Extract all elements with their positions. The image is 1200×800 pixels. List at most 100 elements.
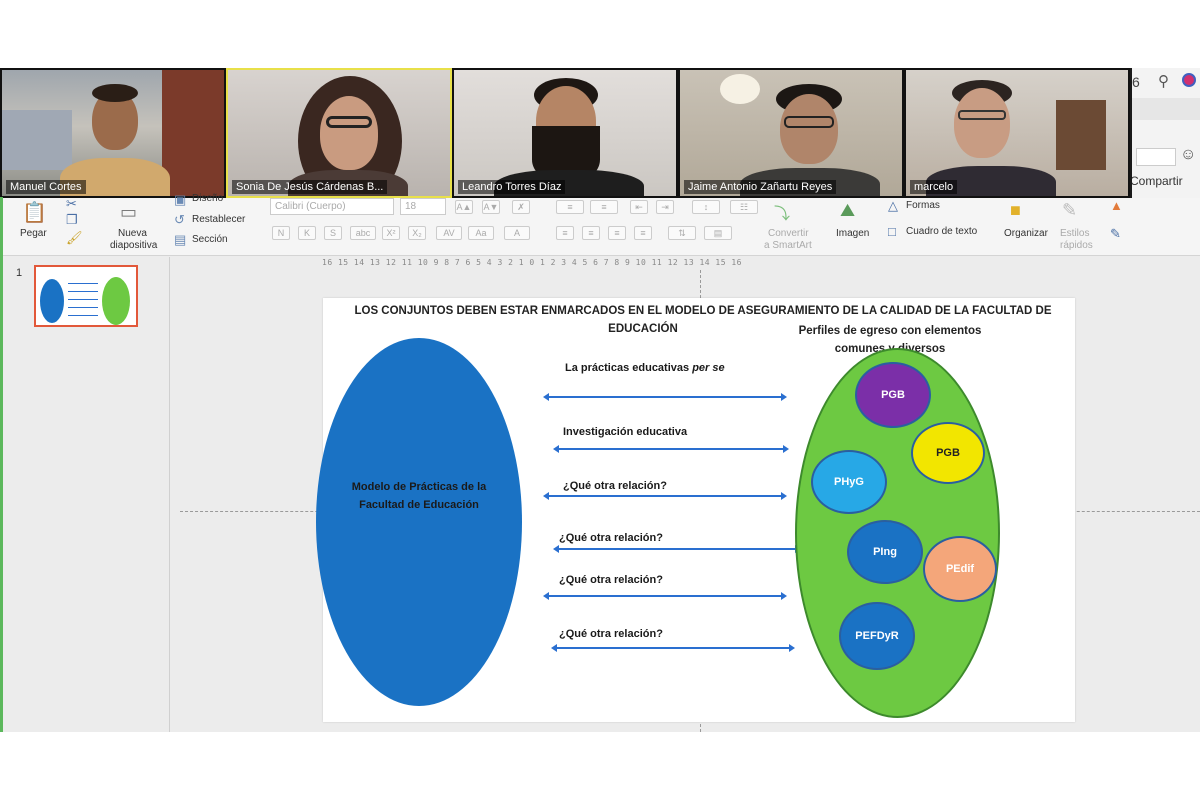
superscript-icon[interactable]: X² bbox=[382, 226, 400, 240]
image-button[interactable]: Imagen bbox=[836, 228, 869, 239]
search-icon[interactable]: ⚲ bbox=[1158, 72, 1169, 90]
video-tile[interactable]: Jaime Antonio Zañartu Reyes bbox=[678, 68, 904, 198]
paste-button[interactable]: Pegar bbox=[20, 228, 47, 239]
relation-arrow[interactable] bbox=[553, 545, 801, 553]
align-right-icon[interactable]: ≡ bbox=[608, 226, 626, 240]
font-name-select[interactable]: Calibri (Cuerpo) bbox=[270, 198, 394, 215]
justify-icon[interactable]: ≡ bbox=[634, 226, 652, 240]
align-left-icon[interactable]: ≡ bbox=[556, 226, 574, 240]
relation-arrow[interactable] bbox=[543, 592, 787, 600]
relation-label[interactable]: ¿Qué otra relación? bbox=[559, 628, 663, 640]
line-color-icon[interactable]: ✎ bbox=[1110, 226, 1121, 242]
clear-format-icon[interactable]: ✗ bbox=[512, 200, 530, 214]
video-tile[interactable]: Leandro Torres Díaz bbox=[452, 68, 678, 198]
shapes-icon[interactable]: △ bbox=[888, 198, 898, 214]
italic-icon[interactable]: K bbox=[298, 226, 316, 240]
video-tile[interactable]: marcelo bbox=[904, 68, 1130, 198]
grow-font-icon[interactable]: A▲ bbox=[455, 200, 473, 214]
video-tile[interactable]: Manuel Cortes bbox=[0, 68, 226, 198]
fill-color-icon[interactable]: ▲ bbox=[1110, 198, 1123, 213]
ribbon-toolbar: 📋 Pegar ✂ ❐ 🖌 ▭ Nueva diapositiva ▣ Dise… bbox=[0, 192, 1200, 256]
slide-thumbnail[interactable] bbox=[34, 265, 138, 327]
model-oval-text[interactable]: Modelo de Prácticas de la Facultad de Ed… bbox=[319, 478, 519, 514]
new-slide-label-2[interactable]: diapositiva bbox=[110, 240, 157, 251]
textbox-button[interactable]: Cuadro de texto bbox=[906, 226, 977, 237]
subscript-icon[interactable]: X₂ bbox=[408, 226, 426, 240]
format-painter-icon[interactable]: 🖌 bbox=[66, 230, 83, 246]
toolbar-field[interactable] bbox=[1136, 148, 1176, 166]
convert-smartart-label-2[interactable]: a SmartArt bbox=[764, 240, 812, 251]
participant-name: Leandro Torres Díaz bbox=[458, 180, 566, 194]
new-slide-icon[interactable]: ▭ bbox=[120, 202, 137, 223]
underline-icon[interactable]: S bbox=[324, 226, 342, 240]
font-size-select[interactable]: 18 bbox=[400, 198, 446, 215]
text-direction-icon[interactable]: ⇅ bbox=[668, 226, 696, 240]
relation-arrow[interactable] bbox=[543, 393, 787, 401]
convert-smartart-button[interactable]: Convertir bbox=[768, 228, 809, 239]
columns-icon[interactable]: ☷ bbox=[730, 200, 758, 214]
textbox-icon[interactable]: □ bbox=[888, 224, 896, 239]
relation-arrow[interactable] bbox=[551, 644, 795, 652]
relation-arrow[interactable] bbox=[553, 445, 789, 453]
profile-circle-pedif[interactable]: PEdif bbox=[923, 536, 997, 602]
relation-label[interactable]: ¿Qué otra relación? bbox=[559, 532, 663, 544]
video-strip: Manuel Cortes Sonia De Jesús Cárdenas B.… bbox=[0, 68, 1132, 198]
shapes-button[interactable]: Formas bbox=[906, 200, 940, 211]
relation-label[interactable]: ¿Qué otra relación? bbox=[563, 480, 667, 492]
quick-styles-label-2[interactable]: rápidos bbox=[1060, 240, 1093, 251]
profile-circle-phyg[interactable]: PHyG bbox=[811, 450, 887, 514]
case-icon[interactable]: Aa bbox=[468, 226, 494, 240]
paste-icon[interactable]: 📋 bbox=[22, 200, 47, 225]
share-button[interactable]: Compartir bbox=[1128, 172, 1200, 192]
spacing-icon[interactable]: AV bbox=[436, 226, 462, 240]
align-text-icon[interactable]: ▤ bbox=[704, 226, 732, 240]
profile-label: PHyG bbox=[834, 476, 864, 488]
relation-label-text: La prácticas educativas bbox=[565, 362, 693, 374]
indent-icon[interactable]: ⇥ bbox=[656, 200, 674, 214]
numbering-icon[interactable]: ≡ bbox=[590, 200, 618, 214]
section-button[interactable]: Sección bbox=[192, 234, 228, 245]
new-slide-label[interactable]: Nueva bbox=[118, 228, 147, 239]
organize-icon[interactable]: ■ bbox=[1010, 200, 1021, 221]
copy-icon[interactable]: ❐ bbox=[66, 212, 78, 228]
relation-label[interactable]: La prácticas educativas per se bbox=[565, 362, 725, 374]
shrink-font-icon[interactable]: A▼ bbox=[482, 200, 500, 214]
smiley-icon[interactable]: ☺ bbox=[1180, 146, 1196, 164]
reset-icon[interactable]: ↺ bbox=[174, 212, 185, 228]
profile-circle-ping[interactable]: PIng bbox=[847, 520, 923, 584]
design-button[interactable]: Diseño bbox=[192, 193, 223, 204]
font-color-icon[interactable]: A bbox=[504, 226, 530, 240]
bullets-icon[interactable]: ≡ bbox=[556, 200, 584, 214]
cut-icon[interactable]: ✂ bbox=[66, 196, 77, 212]
thumbnail-line bbox=[68, 315, 98, 316]
design-icon[interactable]: ▣ bbox=[174, 192, 186, 208]
outdent-icon[interactable]: ⇤ bbox=[630, 200, 648, 214]
video-tile-active-speaker[interactable]: Sonia De Jesús Cárdenas B... bbox=[226, 68, 452, 198]
participant-name: Sonia De Jesús Cárdenas B... bbox=[232, 180, 388, 194]
organize-button[interactable]: Organizar bbox=[1004, 228, 1048, 239]
bold-icon[interactable]: N bbox=[272, 226, 290, 240]
profile-label: PGB bbox=[936, 447, 960, 459]
window-edge bbox=[0, 197, 3, 732]
slide-title-line: LOS CONJUNTOS DEBEN ESTAR ENMARCADOS EN … bbox=[354, 305, 1052, 317]
relation-label[interactable]: ¿Qué otra relación? bbox=[559, 574, 663, 586]
smartart-icon[interactable]: ⤵ bbox=[774, 200, 790, 224]
reset-button[interactable]: Restablecer bbox=[192, 214, 245, 225]
relation-arrow[interactable] bbox=[543, 492, 787, 500]
quick-styles-icon[interactable]: ✎ bbox=[1062, 200, 1077, 221]
model-oval[interactable] bbox=[316, 338, 522, 706]
profile-label: PGB bbox=[881, 389, 905, 401]
profile-circle-pefdyr[interactable]: PEFDyR bbox=[839, 602, 915, 670]
line-spacing-icon[interactable]: ↕ bbox=[692, 200, 720, 214]
quick-styles-button[interactable]: Estilos bbox=[1060, 228, 1089, 239]
profile-circle-pgb[interactable]: PGB bbox=[855, 362, 931, 428]
relation-label[interactable]: Investigación educativa bbox=[563, 426, 687, 438]
profile-icon[interactable] bbox=[1182, 73, 1196, 87]
align-center-icon[interactable]: ≡ bbox=[582, 226, 600, 240]
profile-circle-pgb-2[interactable]: PGB bbox=[911, 422, 985, 484]
image-icon[interactable]: ⛰ bbox=[840, 200, 855, 221]
thumbnail-number: 1 bbox=[16, 267, 23, 279]
slide-canvas[interactable]: LOS CONJUNTOS DEBEN ESTAR ENMARCADOS EN … bbox=[316, 298, 1075, 722]
strikethrough-icon[interactable]: abc bbox=[350, 226, 376, 240]
section-icon[interactable]: ▤ bbox=[174, 232, 186, 248]
